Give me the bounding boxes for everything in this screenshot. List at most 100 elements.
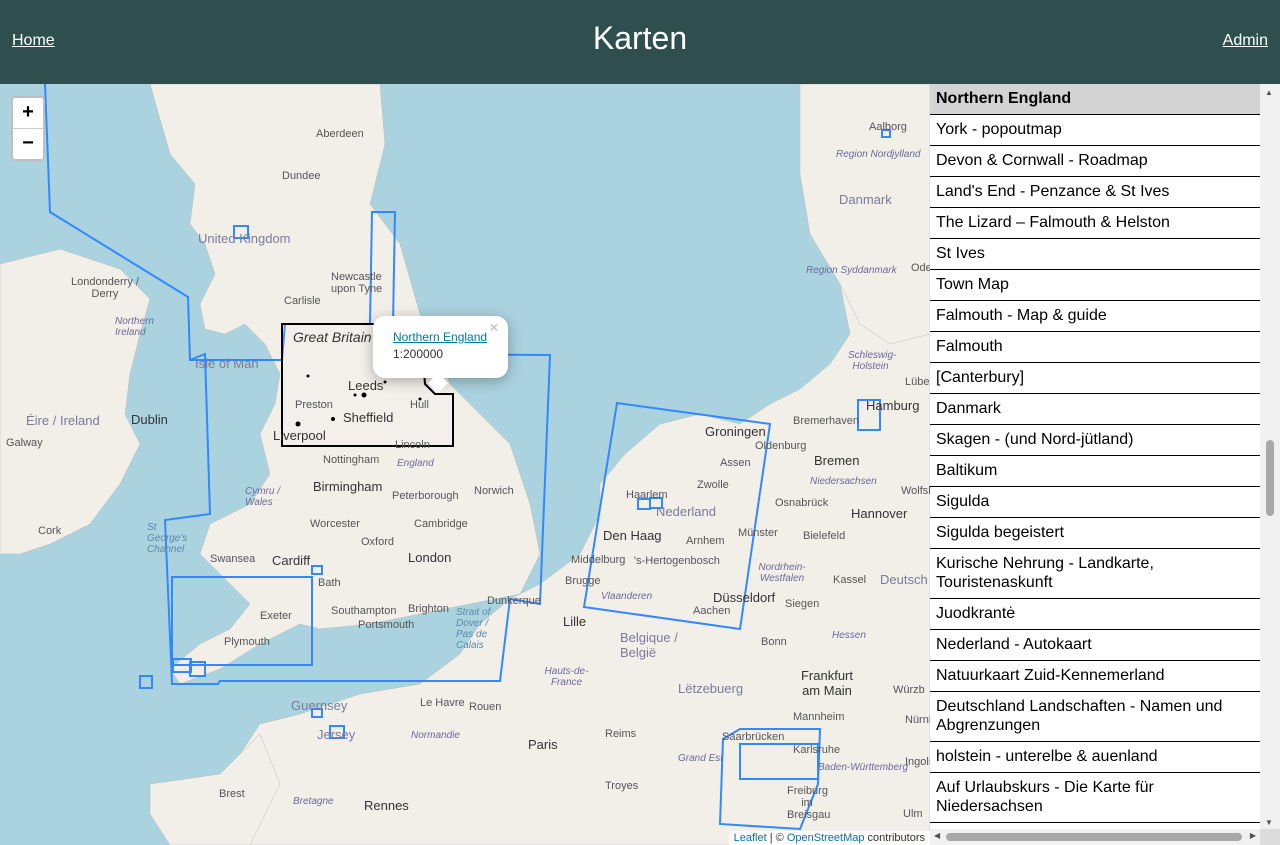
place-label: Nürnb	[905, 714, 930, 726]
sea-label: St George's Channel	[147, 522, 188, 555]
scroll-thumb[interactable]	[1266, 440, 1274, 516]
place-label: Portsmouth	[358, 619, 415, 631]
land-denmark	[799, 84, 930, 345]
place-label: Karlsruhe	[793, 744, 841, 756]
country-label: Nederland	[656, 504, 716, 519]
region-label: Region Syddanmark	[806, 265, 897, 276]
place-label: Mannheim	[793, 711, 845, 723]
list-item[interactable]: Sigulda	[930, 487, 1260, 518]
place-label: Isle of Man	[195, 356, 259, 371]
place-label: Sheffield	[343, 410, 394, 425]
place-label: Jersey	[317, 727, 356, 742]
map-popup: × Northern England 1:200000	[373, 316, 508, 393]
list-item[interactable]: Devon & Cornwall - Roadmap	[930, 146, 1260, 177]
region-label: Bretagne	[293, 796, 334, 807]
region-label: Nordrhein-Westfalen	[758, 562, 806, 584]
list-item[interactable]: Skagen - (und Nord-jütland)	[930, 425, 1260, 456]
list-item[interactable]: Auf Urlaubskurs - Die Karte für Niedersa…	[930, 773, 1260, 823]
list-item[interactable]: Kurische Nehrung - Landkarte, Touristena…	[930, 549, 1260, 599]
page-title: Karten	[592, 20, 688, 56]
osm-link[interactable]: OpenStreetMap	[787, 832, 865, 844]
place-label: Siegen	[785, 598, 820, 610]
list-item[interactable]: Town Map	[930, 270, 1260, 301]
place-label: Leeds	[348, 378, 384, 393]
list-item[interactable]: The Lizard – Falmouth & Helston	[930, 208, 1260, 239]
zoom-out-button[interactable]: −	[13, 129, 43, 159]
list-item[interactable]: York - popoutmap	[930, 115, 1260, 146]
list-item-selected[interactable]: Northern England	[930, 84, 1260, 115]
place-label: Preston	[295, 399, 333, 411]
close-icon[interactable]: ×	[490, 319, 498, 335]
list-item[interactable]: Deutschland Landschaften - Namen und Abg…	[930, 692, 1260, 742]
list-item[interactable]: Nederland - Autokaart	[930, 630, 1260, 661]
place-label: Oldenburg	[755, 440, 807, 452]
place-label: Dublin	[131, 412, 168, 427]
map-view[interactable]: Aberdeen Dundee United Kingdom Londonder…	[0, 84, 930, 845]
place-label: Bielefeld	[803, 530, 846, 542]
admin-link[interactable]: Admin	[1223, 32, 1268, 50]
list-item[interactable]: Land's End - Penzance & St Ives	[930, 177, 1260, 208]
place-label: Worcester	[310, 518, 360, 530]
list-item[interactable]: St Ives	[930, 239, 1260, 270]
country-label: Belgique / België	[620, 630, 678, 660]
place-label: Middelburg	[571, 554, 626, 566]
list-item[interactable]: Falmouth - Map & guide	[930, 301, 1260, 332]
scroll-down-icon[interactable]: ▼	[1265, 818, 1273, 827]
region-label: England	[397, 458, 434, 469]
list-item[interactable]: holstein - unterelbe & auenland	[930, 742, 1260, 773]
place-label: Dunkerque	[487, 595, 541, 607]
place-label: Paris	[528, 737, 558, 752]
region-label: Region Nordjylland	[836, 149, 921, 160]
horizontal-scrollbar[interactable]: ◀ ▶	[930, 829, 1260, 845]
list-item[interactable]: Danmark	[930, 394, 1260, 425]
country-label: Danmark	[839, 192, 892, 207]
zoom-in-button[interactable]: +	[13, 98, 43, 129]
region-label: Baden-Württemberg	[818, 762, 909, 773]
region-label: Normandie	[411, 730, 460, 741]
place-label: Freiburg im Breisgau	[787, 785, 831, 821]
place-label: Southampton	[331, 605, 397, 617]
place-label: Plymouth	[224, 636, 270, 648]
attribution-separator: | ©	[766, 832, 787, 844]
popup-map-link[interactable]: Northern England	[393, 330, 487, 344]
scroll-left-icon[interactable]: ◀	[934, 831, 940, 840]
region-label: Cymru / Wales	[245, 486, 280, 508]
region-label: Niedersachsen	[810, 476, 877, 487]
place-label: Newcastle upon Tyne	[331, 271, 383, 295]
list-item[interactable]: [Canterbury]	[930, 363, 1260, 394]
place-label: Lincoln	[395, 439, 430, 451]
place-label: Bremerhaven	[793, 415, 860, 427]
place-label: Londonderry / Derry	[71, 276, 139, 300]
place-label: Groningen	[705, 424, 766, 439]
list-item[interactable]: Falmouth	[930, 332, 1260, 363]
place-label: Hamburg	[866, 398, 920, 413]
leaflet-link[interactable]: Leaflet	[734, 832, 767, 844]
place-label: Düsseldorf	[713, 590, 776, 605]
country-label: Lëtzebuerg	[678, 681, 744, 696]
list-item[interactable]: Juodkrantė	[930, 599, 1260, 630]
place-label: Saarbrücken	[722, 731, 785, 743]
list-item[interactable]: Baltikum	[930, 456, 1260, 487]
place-label: Würzb	[893, 684, 925, 696]
place-label: Haarlem	[626, 489, 668, 501]
place-label: Cambridge	[414, 518, 468, 530]
map-list: Northern England York - popoutmap Devon & …	[930, 84, 1280, 823]
place-label: Zwolle	[697, 479, 729, 491]
list-item[interactable]: Sigulda begeistert	[930, 518, 1260, 549]
vertical-scrollbar[interactable]: ▲ ▼	[1260, 84, 1280, 829]
place-label: Carlisle	[284, 295, 321, 307]
app-header: Home Karten Admin	[0, 0, 1280, 84]
place-label: Lübeck	[905, 376, 930, 388]
scroll-right-icon[interactable]: ▶	[1250, 831, 1256, 840]
place-label: Aachen	[693, 605, 731, 617]
scroll-thumb-horizontal[interactable]	[946, 833, 1242, 841]
place-label: Lille	[563, 614, 587, 629]
scroll-up-icon[interactable]: ▲	[1265, 88, 1273, 97]
place-label: Nottingham	[323, 454, 380, 466]
list-item[interactable]: Natuurkaart Zuid-Kennemerland	[930, 661, 1260, 692]
place-label: Kassel	[833, 574, 867, 586]
place-label: Rouen	[469, 701, 502, 713]
place-label: Oxford	[361, 536, 395, 548]
place-label: Münster	[738, 527, 778, 539]
place-label: Birmingham	[313, 479, 383, 494]
